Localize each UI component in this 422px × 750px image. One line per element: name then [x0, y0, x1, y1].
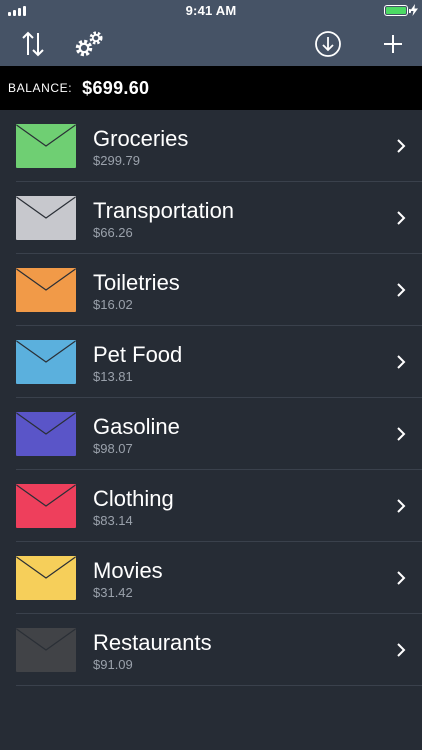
envelope-row[interactable]: Toiletries $16.02	[0, 254, 422, 326]
chevron-right-icon	[397, 139, 406, 153]
envelope-row[interactable]: Restaurants $91.09	[0, 614, 422, 686]
chevron-right-icon	[397, 283, 406, 297]
envelope-icon	[16, 556, 76, 600]
envelope-row[interactable]: Groceries $299.79	[0, 110, 422, 182]
envelope-list: Groceries $299.79 Transportation $66.26 …	[0, 110, 422, 686]
envelope-amount: $16.02	[93, 297, 133, 312]
envelope-row[interactable]: Pet Food $13.81	[0, 326, 422, 398]
envelope-name: Toiletries	[93, 270, 180, 295]
envelope-icon	[16, 196, 76, 240]
envelope-icon	[16, 268, 76, 312]
envelope-row[interactable]: Transportation $66.26	[0, 182, 422, 254]
envelope-icon	[16, 124, 76, 168]
envelope-amount: $98.07	[93, 441, 133, 456]
envelope-name: Movies	[93, 558, 163, 583]
gear-icon	[75, 31, 103, 57]
envelope-amount: $91.09	[93, 657, 133, 672]
battery-icon	[384, 5, 411, 16]
balance-value: $699.60	[82, 77, 150, 98]
chevron-right-icon	[397, 355, 406, 369]
envelope-amount: $31.42	[93, 585, 133, 600]
row-separator	[16, 685, 422, 686]
nav-bar	[0, 22, 422, 66]
envelope-icon	[16, 412, 76, 456]
status-bar: 9:41 AM	[0, 0, 422, 22]
add-envelope-button[interactable]	[376, 28, 410, 60]
envelope-row[interactable]: Gasoline $98.07	[0, 398, 422, 470]
envelope-row[interactable]: Clothing $83.14	[0, 470, 422, 542]
envelope-name: Groceries	[93, 126, 189, 151]
chevron-right-icon	[397, 211, 406, 225]
envelope-icon	[16, 628, 76, 672]
envelope-icon	[16, 484, 76, 528]
sort-button[interactable]	[16, 28, 50, 60]
envelope-amount: $13.81	[93, 369, 133, 384]
chevron-right-icon	[397, 499, 406, 513]
envelope-name: Clothing	[93, 486, 174, 511]
envelope-icon	[16, 340, 76, 384]
envelope-name: Restaurants	[93, 630, 212, 655]
download-button[interactable]	[311, 28, 345, 60]
envelope-name: Transportation	[93, 198, 235, 223]
envelope-amount: $299.79	[93, 153, 140, 168]
plus-icon	[384, 35, 402, 53]
chevron-right-icon	[397, 427, 406, 441]
envelope-row[interactable]: Movies $31.42	[0, 542, 422, 614]
settings-button[interactable]	[72, 28, 106, 60]
sort-icon	[22, 31, 44, 57]
balance-label: BALANCE:	[8, 81, 73, 95]
envelope-amount: $66.26	[93, 225, 133, 240]
envelope-amount: $83.14	[93, 513, 133, 528]
charging-icon	[410, 4, 418, 16]
chevron-right-icon	[397, 643, 406, 657]
download-icon	[315, 31, 341, 57]
envelope-name: Gasoline	[93, 414, 180, 439]
status-time: 9:41 AM	[185, 3, 237, 18]
chevron-right-icon	[397, 571, 406, 585]
balance-bar: BALANCE: $699.60	[0, 66, 422, 110]
envelope-name: Pet Food	[93, 342, 183, 367]
